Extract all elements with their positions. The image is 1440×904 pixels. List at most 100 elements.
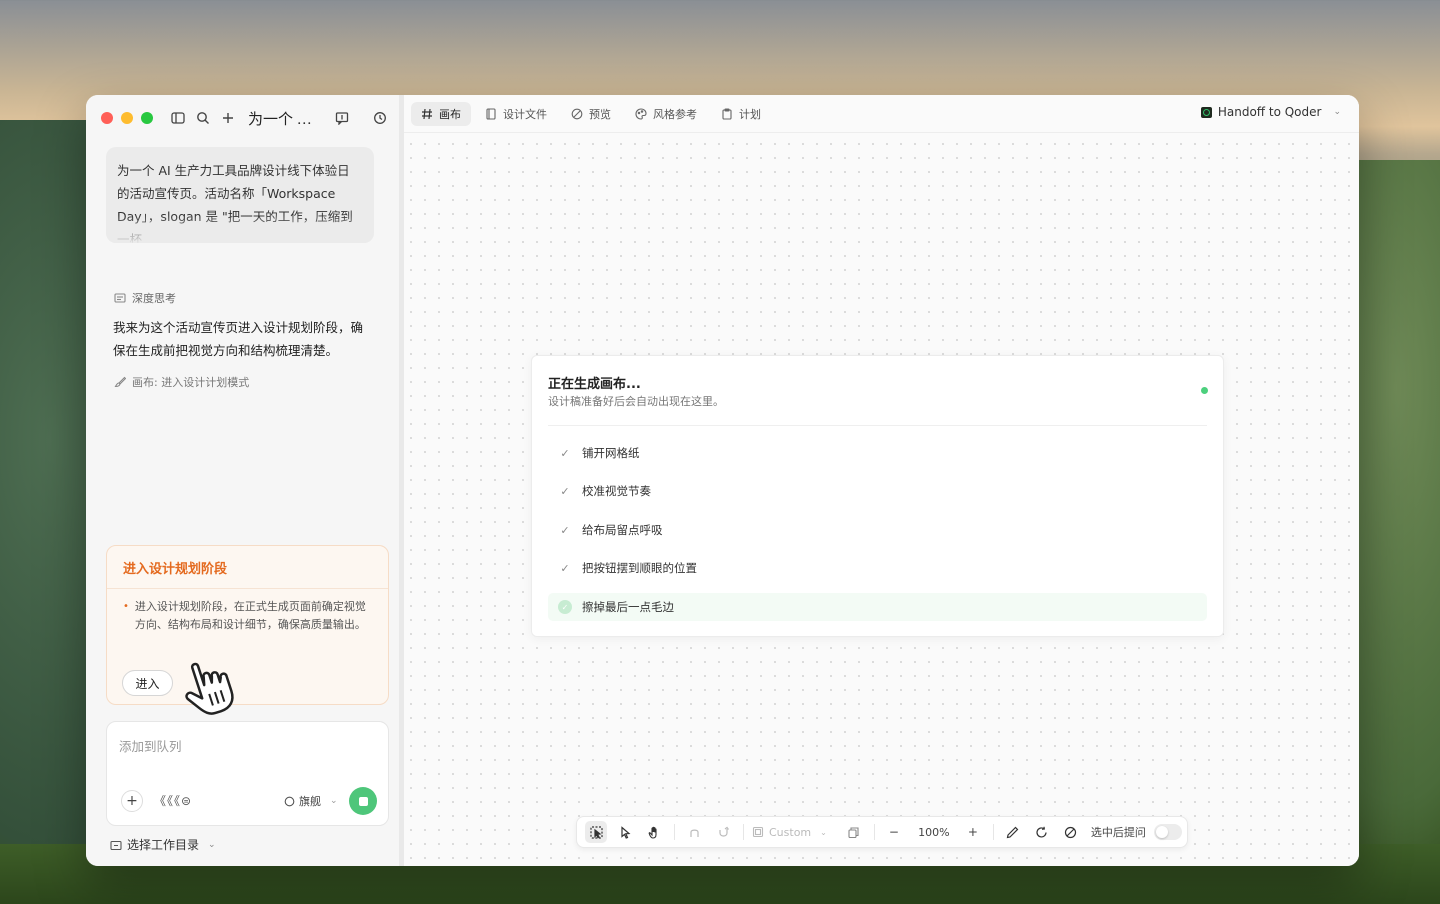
in-progress-icon: ✓ — [558, 600, 572, 614]
progress-step: ✓ 铺开网格纸 — [548, 439, 1207, 467]
check-icon: ✓ — [560, 446, 570, 460]
window-controls — [101, 112, 153, 124]
tab-label: 计划 — [739, 107, 761, 121]
duplicate-icon[interactable] — [843, 821, 865, 843]
brush-icon — [114, 376, 126, 388]
qoder-logo-icon — [1200, 106, 1212, 118]
select-ask-label: 选中后提问 — [1090, 826, 1146, 839]
generation-subtitle: 设计稿准备好后会自动出现在这里。 — [548, 395, 724, 408]
progress-step: ✓ 给布局留点呼吸 — [548, 516, 1207, 544]
thinking-icon — [114, 293, 126, 303]
generation-progress-card: 正在生成画布... 设计稿准备好后会自动出现在这里。 ✓ 铺开网格纸 ✓ 校准视… — [531, 355, 1224, 637]
user-message: 为一个 AI 生产力工具品牌设计线下体验日的活动宣传页。活动名称「Workspa… — [106, 147, 374, 243]
frame-icon — [752, 826, 764, 838]
folder-icon — [110, 840, 122, 850]
search-icon[interactable] — [196, 110, 210, 126]
new-chat-icon[interactable] — [221, 110, 235, 126]
model-selector[interactable]: 旗舰 ⌄ — [284, 793, 338, 809]
tool-call: 画布: 进入设计计划模式 — [114, 374, 249, 390]
tab-preview[interactable]: 预览 — [561, 102, 621, 126]
progress-step: ✓ 校准视觉节奏 — [548, 477, 1207, 505]
marquee-select-tool-icon[interactable] — [585, 821, 607, 843]
send-stop-button[interactable] — [349, 787, 377, 815]
thinking-indicator[interactable]: 深度思考 — [114, 290, 176, 306]
sidebar-toggle-icon[interactable] — [171, 110, 185, 126]
canvas-toolbar: Custom ⌄ − 100% + 选中后提问 — [576, 816, 1188, 848]
tab-label: 预览 — [589, 107, 611, 121]
model-label: 旗舰 — [299, 795, 321, 808]
tab-design-files[interactable]: 设计文件 — [475, 102, 557, 126]
minimize-window-button[interactable] — [121, 112, 133, 124]
composer-placeholder[interactable]: 添加到队列 — [119, 736, 182, 755]
select-ask-toggle[interactable] — [1153, 824, 1182, 840]
plan-mode-card: 进入设计规划阶段 • 进入设计规划阶段，在正式生成页面前确定视觉方向、结构布局和… — [106, 545, 389, 715]
composer-tool-icons[interactable]: 《《《⊜ — [154, 792, 192, 809]
status-indicator-dot — [1201, 387, 1208, 394]
hash-icon — [422, 108, 432, 119]
step-label: 擦掉最后一点毛边 — [582, 600, 674, 614]
canvas-area[interactable]: 画布 设计文件 预览 风格参考 计划 Handoff to Qoder ⌄ 正在… — [404, 95, 1359, 866]
workdir-selector[interactable]: 选择工作目录 ⌄ — [110, 836, 216, 853]
add-attachment-button[interactable]: + — [121, 790, 143, 812]
zoom-out-icon[interactable]: − — [883, 821, 905, 843]
zoom-level[interactable]: 100% — [912, 826, 956, 839]
zoom-in-icon[interactable]: + — [962, 821, 984, 843]
pointer-tool-icon[interactable] — [614, 821, 636, 843]
refresh-icon[interactable] — [1031, 821, 1053, 843]
redo-icon[interactable] — [712, 821, 734, 843]
tool-call-label: 画布: 进入设计计划模式 — [132, 376, 250, 389]
generation-title: 正在生成画布... — [548, 377, 641, 392]
disable-icon[interactable] — [1060, 821, 1082, 843]
chevron-down-icon: ⌄ — [330, 796, 338, 806]
toolbar-separator — [743, 824, 744, 840]
title-bar: 为一个 AI 生... — [86, 95, 399, 141]
handoff-label: Handoff to Qoder — [1217, 105, 1322, 119]
tab-canvas[interactable]: 画布 — [411, 101, 471, 126]
hand-tool-icon[interactable] — [643, 821, 665, 843]
maximize-window-button[interactable] — [141, 112, 153, 124]
tab-style-reference[interactable]: 风格参考 — [625, 102, 707, 126]
check-icon: ✓ — [560, 484, 570, 498]
palette-icon — [635, 107, 647, 120]
toolbar-separator — [873, 824, 875, 840]
plan-card-title: 进入设计规划阶段 — [107, 546, 388, 589]
tab-bar: 画布 设计文件 预览 风格参考 计划 Handoff to Qoder ⌄ — [404, 95, 1359, 133]
stop-icon — [358, 796, 368, 806]
check-icon: ✓ — [560, 523, 570, 537]
hand-cursor-icon — [185, 662, 234, 715]
bullet-dot: • — [123, 601, 129, 612]
tab-plan[interactable]: 计划 — [711, 102, 771, 126]
sidebar: 为一个 AI 生... 为一个 AI 生产力工具品牌设计线下体验日的活动宣传页。… — [86, 95, 404, 866]
handoff-button[interactable]: Handoff to Qoder ⌄ — [1200, 105, 1341, 119]
toolbar-separator — [674, 824, 675, 840]
app-window: 为一个 AI 生... 为一个 AI 生产力工具品牌设计线下体验日的活动宣传页。… — [86, 95, 1359, 866]
plan-card-description: 进入设计规划阶段，在正式生成页面前确定视觉方向、结构布局和设计细节，确保高质量输… — [134, 600, 366, 631]
chevron-down-icon: ⌄ — [820, 827, 827, 837]
file-icon — [486, 107, 496, 120]
assistant-message: 我来为这个活动宣传页进入设计规划阶段，确保在生成前把视觉方向和结构梳理清楚。 — [113, 321, 364, 358]
comment-icon[interactable] — [334, 110, 350, 126]
workdir-label: 选择工作目录 — [127, 838, 200, 852]
progress-step-current: ✓ 擦掉最后一点毛边 — [548, 593, 1207, 621]
model-icon — [284, 796, 295, 806]
eye-icon — [571, 108, 583, 119]
frame-size-select[interactable]: Custom ⌄ — [752, 826, 827, 839]
frame-size-label: Custom — [769, 825, 812, 839]
step-label: 校准视觉节奏 — [582, 484, 651, 498]
clipboard-icon — [722, 107, 732, 120]
tab-label: 设计文件 — [503, 107, 547, 121]
undo-icon[interactable] — [683, 821, 705, 843]
progress-step: ✓ 把按钮摆到顺眼的位置 — [548, 554, 1207, 582]
pen-icon[interactable] — [1002, 821, 1024, 843]
tab-label: 风格参考 — [653, 107, 697, 121]
chevron-down-icon: ⌄ — [208, 839, 216, 850]
conversation-title[interactable]: 为一个 AI 生... — [248, 108, 322, 129]
step-label: 给布局留点呼吸 — [582, 523, 663, 537]
history-icon[interactable] — [372, 110, 388, 126]
chevron-down-icon: ⌄ — [1333, 107, 1341, 117]
enter-plan-button[interactable]: 进入 — [122, 670, 173, 696]
check-icon: ✓ — [560, 561, 570, 575]
tab-label: 画布 — [439, 107, 461, 121]
message-composer[interactable]: 添加到队列 + 《《《⊜ 旗舰 ⌄ — [106, 721, 389, 826]
close-window-button[interactable] — [101, 112, 113, 124]
